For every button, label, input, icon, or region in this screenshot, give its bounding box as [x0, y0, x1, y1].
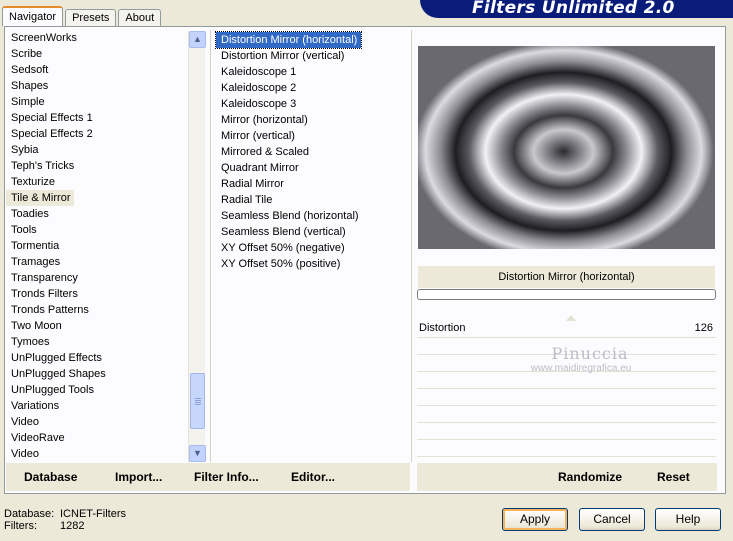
param-row-empty — [417, 372, 716, 389]
category-item[interactable]: Tormentia — [6, 238, 182, 254]
database-value: ICNET-Filters — [60, 508, 126, 520]
filter-item[interactable]: Distortion Mirror (vertical) — [216, 48, 406, 64]
scroll-thumb[interactable] — [190, 373, 205, 429]
filter-item[interactable]: Mirror (horizontal) — [216, 112, 406, 128]
filters-count: 1282 — [60, 520, 85, 532]
editor-button[interactable]: Editor... — [291, 470, 335, 484]
watermark-name: Pinuccia — [551, 344, 629, 363]
filter-item[interactable]: Radial Tile — [216, 192, 406, 208]
app-title-banner: Filters Unlimited 2.0 — [420, 0, 733, 18]
category-item[interactable]: Sybia — [6, 142, 182, 158]
category-item[interactable]: Simple — [6, 94, 182, 110]
app-title: Filters Unlimited 2.0 — [472, 0, 675, 18]
param-row-empty — [417, 406, 716, 423]
filter-item[interactable]: Kaleidoscope 2 — [216, 80, 406, 96]
category-item[interactable]: Tools — [6, 222, 182, 238]
filter-item[interactable]: Mirror (vertical) — [216, 128, 406, 144]
category-item[interactable]: VideoRave — [6, 430, 182, 446]
param-row-empty — [417, 423, 716, 440]
slider-marker-icon — [566, 315, 576, 321]
category-list[interactable]: ScreenWorks Scribe Sedsoft Shapes Simple Spec… — [6, 30, 182, 462]
scroll-up-button[interactable]: ▲ — [189, 31, 206, 48]
parameter-list: Distortion 126 — [417, 315, 716, 457]
filter-item[interactable]: Kaleidoscope 3 — [216, 96, 406, 112]
category-item[interactable]: Special Effects 1 — [6, 110, 182, 126]
tab-navigator[interactable]: Navigator — [2, 6, 64, 26]
apply-button[interactable]: Apply — [502, 508, 568, 531]
param-row-distortion[interactable]: Distortion 126 — [417, 315, 716, 338]
filter-item[interactable]: Radial Mirror — [216, 176, 406, 192]
param-value: 126 — [694, 322, 713, 334]
category-item[interactable]: UnPlugged Effects — [6, 350, 182, 366]
category-item[interactable]: ScreenWorks — [6, 30, 182, 46]
chevron-down-icon: ▼ — [193, 448, 202, 458]
filter-item[interactable]: XY Offset 50% (positive) — [216, 256, 406, 272]
preview-filter-name: Distortion Mirror (horizontal) — [418, 266, 715, 288]
grip-icon — [195, 398, 201, 399]
category-item[interactable]: Tronds Filters — [6, 286, 182, 302]
status-info: Database: ICNET-Filters Filters: 1282 — [4, 508, 126, 532]
filter-item[interactable]: Seamless Blend (horizontal) — [216, 208, 406, 224]
category-item[interactable]: Teph's Tricks — [6, 158, 182, 174]
filter-item[interactable]: Distortion Mirror (horizontal) — [214, 31, 363, 49]
filters-label: Filters: — [4, 520, 37, 532]
tab-strip: Navigator Presets About — [2, 6, 163, 26]
category-item[interactable]: Variations — [6, 398, 182, 414]
param-row-empty — [417, 389, 716, 406]
category-item[interactable]: Tymoes — [6, 334, 182, 350]
category-item[interactable]: Toadies — [6, 206, 182, 222]
import-button[interactable]: Import... — [115, 470, 162, 484]
category-item[interactable]: UnPlugged Tools — [6, 382, 182, 398]
help-button[interactable]: Help — [655, 508, 721, 531]
filter-item[interactable]: Quadrant Mirror — [216, 160, 406, 176]
category-item[interactable]: Tramages — [6, 254, 182, 270]
chevron-up-icon: ▲ — [193, 34, 202, 44]
category-item[interactable]: Two Moon — [6, 318, 182, 334]
category-item[interactable]: Shapes — [6, 78, 182, 94]
filter-item[interactable]: Mirrored & Scaled — [216, 144, 406, 160]
category-scrollbar[interactable]: ▲ ▼ — [188, 31, 206, 462]
watermark: Pinuccia www.maidiregrafica.eu — [520, 344, 660, 374]
param-row-empty — [417, 440, 716, 457]
scroll-down-button[interactable]: ▼ — [189, 445, 206, 462]
filter-info-button[interactable]: Filter Info... — [194, 470, 259, 484]
preview-button-bar: Randomize Reset — [417, 463, 717, 491]
tab-presets[interactable]: Presets — [65, 9, 117, 26]
category-item[interactable]: Video — [6, 414, 182, 430]
filter-item[interactable]: Kaleidoscope 1 — [216, 64, 406, 80]
divider — [210, 30, 211, 462]
filter-item[interactable]: Seamless Blend (vertical) — [216, 224, 406, 240]
category-item[interactable]: Transparency — [6, 270, 182, 286]
category-item[interactable]: Video — [6, 446, 182, 462]
category-item[interactable]: Sedsoft — [6, 62, 182, 78]
filter-list[interactable]: Distortion Mirror (horizontal) Distortion… — [214, 31, 406, 464]
category-item[interactable]: Texturize — [6, 174, 182, 190]
progress-bar — [417, 289, 716, 300]
tab-about[interactable]: About — [118, 9, 162, 26]
param-name: Distortion — [419, 322, 466, 334]
database-label: Database: — [4, 508, 55, 520]
watermark-url: www.maidiregrafica.eu — [530, 363, 632, 374]
randomize-button[interactable]: Randomize — [558, 470, 622, 484]
preview-image — [418, 46, 715, 249]
category-item[interactable]: Tronds Patterns — [6, 302, 182, 318]
category-item[interactable]: Tile & Mirror — [6, 190, 75, 206]
navigator-button-bar: Database Import... Filter Info... Editor… — [6, 463, 410, 491]
reset-button[interactable]: Reset — [657, 470, 690, 484]
category-item[interactable]: Scribe — [6, 46, 182, 62]
category-item[interactable]: UnPlugged Shapes — [6, 366, 182, 382]
database-button[interactable]: Database — [24, 470, 77, 484]
filter-item[interactable]: XY Offset 50% (negative) — [216, 240, 406, 256]
category-item[interactable]: Special Effects 2 — [6, 126, 182, 142]
cancel-button[interactable]: Cancel — [579, 508, 645, 531]
divider — [411, 30, 412, 462]
